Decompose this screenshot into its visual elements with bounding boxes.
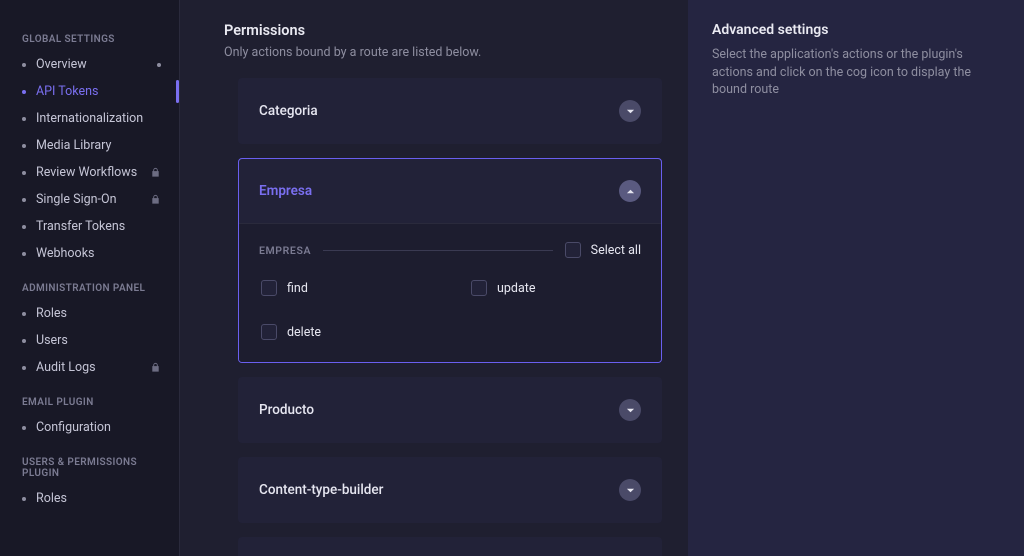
advanced-heading: Advanced settings <box>712 22 1000 38</box>
sidebar-item-label: Transfer Tokens <box>36 219 125 234</box>
bullet-icon <box>22 90 26 94</box>
expand-button[interactable] <box>619 479 641 501</box>
permissions-subtitle: Only actions bound by a route are listed… <box>224 45 662 60</box>
permission-panel: Categoria <box>238 78 662 144</box>
sidebar-item[interactable]: Single Sign-On <box>0 186 179 213</box>
permission-panel-body: EMPRESA Select all find update delete <box>239 223 661 362</box>
sidebar-item[interactable]: Transfer Tokens <box>0 213 179 240</box>
permission-action[interactable]: delete <box>261 324 391 340</box>
sidebar-item[interactable]: Media Library <box>0 132 179 159</box>
permissions-heading: Permissions <box>224 22 662 39</box>
permission-action-checkbox[interactable] <box>261 280 277 296</box>
chevron-down-icon <box>626 486 635 495</box>
permission-panel-header[interactable]: Empresa <box>239 159 661 223</box>
advanced-settings-panel: Advanced settings Select the application… <box>688 0 1024 556</box>
permissions-panel-stack: Categoria Empresa EMPRESA Select all find upd… <box>224 78 662 556</box>
sidebar-item-label: Single Sign-On <box>36 192 117 207</box>
bullet-icon <box>22 198 26 202</box>
permission-panel: Empresa EMPRESA Select all find update delete <box>238 158 662 363</box>
sidebar-item-label: Roles <box>36 491 67 506</box>
sidebar-section-title: USERS & PERMISSIONS PLUGIN <box>0 441 179 485</box>
bullet-icon <box>22 117 26 121</box>
sidebar-item[interactable]: Webhooks <box>0 240 179 267</box>
bullet-icon <box>22 225 26 229</box>
sidebar-item-label: Audit Logs <box>36 360 96 375</box>
lock-icon <box>150 167 161 178</box>
permission-panel-header[interactable]: Email <box>239 538 661 556</box>
sidebar-item-label: Users <box>36 333 68 348</box>
permission-panel: Content-type-builder <box>238 457 662 523</box>
permission-action-label: find <box>287 281 308 296</box>
permission-panel-title: Producto <box>259 402 314 418</box>
sidebar-item[interactable]: Roles <box>0 300 179 327</box>
permission-panel-header[interactable]: Categoria <box>239 79 661 143</box>
permission-action-label: update <box>497 281 535 296</box>
permission-panel-header[interactable]: Producto <box>239 378 661 442</box>
sidebar-item-label: Review Workflows <box>36 165 137 180</box>
bullet-icon <box>22 366 26 370</box>
expand-button[interactable] <box>619 100 641 122</box>
permissions-content: Permissions Only actions bound by a rout… <box>180 0 688 556</box>
sidebar-section-title: ADMINISTRATION PANEL <box>0 267 179 300</box>
bullet-icon <box>22 252 26 256</box>
sidebar-item[interactable]: Internationalization <box>0 105 179 132</box>
indicator-dot-icon <box>157 63 161 67</box>
bullet-icon <box>22 144 26 148</box>
bullet-icon <box>22 426 26 430</box>
chevron-down-icon <box>626 107 635 116</box>
lock-icon <box>150 362 161 373</box>
permission-action[interactable]: find <box>261 280 391 296</box>
expand-button[interactable] <box>619 399 641 421</box>
divider <box>323 250 553 251</box>
permission-panel-header[interactable]: Content-type-builder <box>239 458 661 522</box>
permission-action-checkbox[interactable] <box>261 324 277 340</box>
bullet-icon <box>22 339 26 343</box>
sidebar-item-label: Roles <box>36 306 67 321</box>
bullet-icon <box>22 171 26 175</box>
lock-icon <box>150 194 161 205</box>
bullet-icon <box>22 497 26 501</box>
chevron-up-icon <box>626 187 635 196</box>
select-all-checkbox[interactable] <box>565 242 581 258</box>
sidebar-item-label: Webhooks <box>36 246 94 261</box>
advanced-body: Select the application's actions or the … <box>712 46 1000 99</box>
permission-panel-title: Empresa <box>259 183 312 199</box>
permission-panel-title: Categoria <box>259 103 318 119</box>
chevron-down-icon <box>626 406 635 415</box>
bullet-icon <box>22 312 26 316</box>
sidebar-item[interactable]: Review Workflows <box>0 159 179 186</box>
sidebar-item[interactable]: Audit Logs <box>0 354 179 381</box>
sidebar-section-title: GLOBAL SETTINGS <box>0 18 179 51</box>
permission-action-checkbox[interactable] <box>471 280 487 296</box>
sidebar-item-label: Media Library <box>36 138 111 153</box>
select-all-label: Select all <box>591 243 641 258</box>
app-root: GLOBAL SETTINGS Overview API Tokens Interna… <box>0 0 1024 556</box>
sidebar-section-title: EMAIL PLUGIN <box>0 381 179 414</box>
collapse-button[interactable] <box>619 180 641 202</box>
main: Permissions Only actions bound by a rout… <box>180 0 1024 556</box>
permission-panel-title: Content-type-builder <box>259 482 383 498</box>
sidebar-item[interactable]: Users <box>0 327 179 354</box>
sidebar: GLOBAL SETTINGS Overview API Tokens Interna… <box>0 0 180 556</box>
sidebar-item-label: Overview <box>36 57 87 72</box>
sidebar-item[interactable]: Overview <box>0 51 179 78</box>
permission-panel: Email <box>238 537 662 556</box>
permission-action-label: delete <box>287 325 321 340</box>
sidebar-item[interactable]: Configuration <box>0 414 179 441</box>
sidebar-item-label: Internationalization <box>36 111 143 126</box>
permission-group-label: EMPRESA <box>259 244 311 257</box>
sidebar-item-label: API Tokens <box>36 84 98 99</box>
sidebar-item-label: Configuration <box>36 420 111 435</box>
sidebar-item[interactable]: Roles <box>0 485 179 512</box>
permission-action[interactable]: update <box>471 280 601 296</box>
bullet-icon <box>22 63 26 67</box>
sidebar-item[interactable]: API Tokens <box>0 78 179 105</box>
select-all[interactable]: Select all <box>565 242 641 258</box>
permission-panel: Producto <box>238 377 662 443</box>
